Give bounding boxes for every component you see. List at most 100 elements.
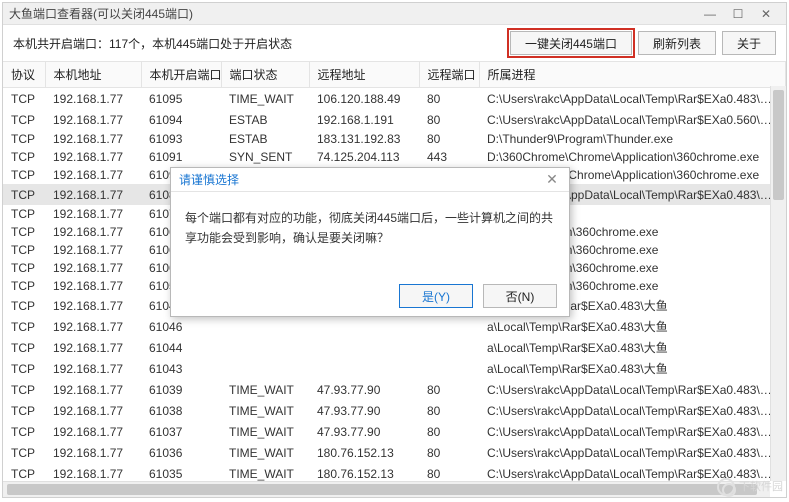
- dialog-footer: 是(Y) 否(N): [171, 276, 569, 316]
- cell-local_port: 61093: [141, 130, 221, 148]
- cell-local_addr: 192.168.1.77: [45, 184, 141, 205]
- cell-protocol: TCP: [3, 148, 45, 166]
- table-row[interactable]: TCP192.168.1.7761038TIME_WAIT47.93.77.90…: [3, 400, 786, 421]
- window-title: 大鱼端口查看器(可以关闭445端口): [9, 5, 193, 22]
- table-row[interactable]: TCP192.168.1.7761036TIME_WAIT180.76.152.…: [3, 442, 786, 463]
- table-row[interactable]: TCP192.168.1.7761039TIME_WAIT47.93.77.90…: [3, 379, 786, 400]
- cell-protocol: TCP: [3, 241, 45, 259]
- cell-remote_port: [419, 337, 479, 358]
- cell-local_addr: 192.168.1.77: [45, 166, 141, 184]
- col-remote-addr[interactable]: 远程地址: [309, 62, 419, 88]
- cell-remote_port: [419, 358, 479, 379]
- close-icon[interactable]: ✕: [752, 5, 780, 23]
- titlebar[interactable]: 大鱼端口查看器(可以关闭445端口) — ☐ ✕: [3, 3, 786, 25]
- cell-protocol: TCP: [3, 184, 45, 205]
- cell-remote_addr: [309, 316, 419, 337]
- cell-local_addr: 192.168.1.77: [45, 421, 141, 442]
- cell-local_addr: 192.168.1.77: [45, 379, 141, 400]
- cell-local_addr: 192.168.1.77: [45, 130, 141, 148]
- cell-port_state: SYN_SENT: [221, 148, 309, 166]
- cell-remote_addr: 47.93.77.90: [309, 379, 419, 400]
- col-protocol[interactable]: 协议: [3, 62, 45, 88]
- cell-remote_addr: [309, 337, 419, 358]
- cell-port_state: TIME_WAIT: [221, 421, 309, 442]
- cell-protocol: TCP: [3, 259, 45, 277]
- cell-process: C:\Users\rakc\AppData\Local\Temp\Rar$EXa…: [479, 109, 786, 130]
- vertical-scroll-thumb[interactable]: [773, 90, 784, 200]
- table-row[interactable]: TCP192.168.1.7761037TIME_WAIT47.93.77.90…: [3, 421, 786, 442]
- cell-protocol: TCP: [3, 205, 45, 223]
- cell-local_addr: 192.168.1.77: [45, 223, 141, 241]
- cell-remote_addr: 47.93.77.90: [309, 421, 419, 442]
- cell-local_port: 61038: [141, 400, 221, 421]
- table-row[interactable]: TCP192.168.1.7761046a\Local\Temp\Rar$EXa…: [3, 316, 786, 337]
- toolbar: 本机共开启端口：117个，本机445端口处于开启状态 一键关闭445端口 刷新列…: [3, 25, 786, 61]
- minimize-icon[interactable]: —: [696, 5, 724, 23]
- col-remote-port[interactable]: 远程端口: [419, 62, 479, 88]
- refresh-button[interactable]: 刷新列表: [638, 31, 716, 55]
- cell-local_addr: 192.168.1.77: [45, 442, 141, 463]
- yes-button[interactable]: 是(Y): [399, 284, 473, 308]
- table-row[interactable]: TCP192.168.1.7761043a\Local\Temp\Rar$EXa…: [3, 358, 786, 379]
- cell-local_addr: 192.168.1.77: [45, 88, 141, 110]
- cell-local_port: 61036: [141, 442, 221, 463]
- cell-protocol: TCP: [3, 316, 45, 337]
- cell-remote_port: 80: [419, 88, 479, 110]
- table-header-row[interactable]: 协议 本机地址 本机开启端口 端口状态 远程地址 远程端口 所属进程: [3, 62, 786, 88]
- cell-local_addr: 192.168.1.77: [45, 259, 141, 277]
- horizontal-scroll-thumb[interactable]: [7, 484, 757, 495]
- cell-process: C:\Users\rakc\AppData\Local\Temp\Rar$EXa…: [479, 379, 786, 400]
- cell-remote_port: 80: [419, 109, 479, 130]
- cell-protocol: TCP: [3, 277, 45, 295]
- about-button[interactable]: 关于: [722, 31, 776, 55]
- col-process[interactable]: 所属进程: [479, 62, 786, 88]
- table-row[interactable]: TCP192.168.1.7761095TIME_WAIT106.120.188…: [3, 88, 786, 110]
- cell-local_port: 61095: [141, 88, 221, 110]
- col-port-state[interactable]: 端口状态: [221, 62, 309, 88]
- cell-port_state: TIME_WAIT: [221, 442, 309, 463]
- cell-protocol: TCP: [3, 421, 45, 442]
- table-row[interactable]: TCP192.168.1.7761094ESTAB192.168.1.19180…: [3, 109, 786, 130]
- col-local-addr[interactable]: 本机地址: [45, 62, 141, 88]
- cell-local_addr: 192.168.1.77: [45, 337, 141, 358]
- cell-local_addr: 192.168.1.77: [45, 277, 141, 295]
- cell-protocol: TCP: [3, 109, 45, 130]
- dialog-close-icon[interactable]: ✕: [543, 171, 561, 188]
- cell-process: C:\Users\rakc\AppData\Local\Temp\Rar$EXa…: [479, 442, 786, 463]
- cell-process: a\Local\Temp\Rar$EXa0.483\大鱼: [479, 358, 786, 379]
- cell-local_addr: 192.168.1.77: [45, 241, 141, 259]
- cell-port_state: TIME_WAIT: [221, 379, 309, 400]
- cell-protocol: TCP: [3, 295, 45, 316]
- cell-remote_port: 80: [419, 400, 479, 421]
- cell-protocol: TCP: [3, 166, 45, 184]
- cell-local_addr: 192.168.1.77: [45, 148, 141, 166]
- cell-process: C:\Users\rakc\AppData\Local\Temp\Rar$EXa…: [479, 400, 786, 421]
- cell-remote_addr: 47.93.77.90: [309, 400, 419, 421]
- cell-local_port: 61043: [141, 358, 221, 379]
- maximize-icon[interactable]: ☐: [724, 5, 752, 23]
- table-row[interactable]: TCP192.168.1.7761093ESTAB183.131.192.838…: [3, 130, 786, 148]
- cell-process: a\Local\Temp\Rar$EXa0.483\大鱼: [479, 337, 786, 358]
- cell-protocol: TCP: [3, 379, 45, 400]
- horizontal-scrollbar[interactable]: [3, 481, 770, 497]
- confirm-dialog: 请谨慎选择 ✕ 每个端口都有对应的功能，彻底关闭445端口后，一些计算机之间的共…: [170, 167, 570, 317]
- vertical-scrollbar[interactable]: [770, 86, 786, 481]
- cell-protocol: TCP: [3, 223, 45, 241]
- cell-port_state: ESTAB: [221, 109, 309, 130]
- cell-remote_port: 80: [419, 379, 479, 400]
- cell-local_port: 61037: [141, 421, 221, 442]
- no-button[interactable]: 否(N): [483, 284, 557, 308]
- cell-protocol: TCP: [3, 88, 45, 110]
- close-445-button[interactable]: 一键关闭445端口: [510, 31, 632, 55]
- table-row[interactable]: TCP192.168.1.7761091SYN_SENT74.125.204.1…: [3, 148, 786, 166]
- table-row[interactable]: TCP192.168.1.7761044a\Local\Temp\Rar$EXa…: [3, 337, 786, 358]
- cell-remote_addr: 180.76.152.13: [309, 442, 419, 463]
- cell-process: D:\Thunder9\Program\Thunder.exe: [479, 130, 786, 148]
- cell-remote_addr: 106.120.188.49: [309, 88, 419, 110]
- cell-protocol: TCP: [3, 442, 45, 463]
- cell-remote_port: 80: [419, 442, 479, 463]
- cell-port_state: ESTAB: [221, 130, 309, 148]
- col-local-port[interactable]: 本机开启端口: [141, 62, 221, 88]
- dialog-titlebar[interactable]: 请谨慎选择 ✕: [171, 168, 569, 192]
- cell-local_port: 61046: [141, 316, 221, 337]
